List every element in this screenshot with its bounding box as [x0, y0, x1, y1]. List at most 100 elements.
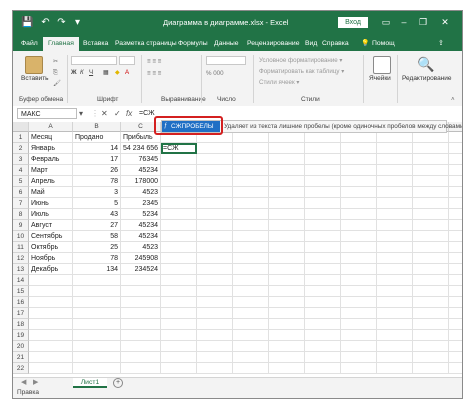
cell-d12[interactable] [161, 253, 197, 264]
cell-k14[interactable] [413, 275, 449, 286]
cell-a6[interactable]: Май [29, 187, 73, 198]
cell-b21[interactable] [73, 352, 121, 363]
cell-d15[interactable] [161, 286, 197, 297]
cell-g21[interactable] [269, 352, 305, 363]
cell-h4[interactable] [305, 165, 341, 176]
cell-h1[interactable] [305, 132, 341, 143]
cell-b3[interactable]: 17 [73, 154, 121, 165]
cell-g10[interactable] [269, 231, 305, 242]
worksheet-grid[interactable]: ABCDEFGHIJKL 123456789101112131415161718… [13, 122, 462, 377]
cell-e16[interactable] [197, 297, 233, 308]
sheet-nav-next-icon[interactable]: ▶ [33, 378, 38, 388]
cell-d19[interactable] [161, 330, 197, 341]
cell-k13[interactable] [413, 264, 449, 275]
number-format-box[interactable] [206, 56, 246, 65]
row-header-1[interactable]: 1 [13, 132, 29, 143]
cell-g9[interactable] [269, 220, 305, 231]
cell-h13[interactable] [305, 264, 341, 275]
cell-a7[interactable]: Июнь [29, 198, 73, 209]
cell-j11[interactable] [377, 242, 413, 253]
percent-icon[interactable]: % 000 [206, 69, 224, 78]
cell-e4[interactable] [197, 165, 233, 176]
cell-k3[interactable] [413, 154, 449, 165]
cell-h3[interactable] [305, 154, 341, 165]
cell-i12[interactable] [341, 253, 377, 264]
cell-d18[interactable] [161, 319, 197, 330]
cell-b4[interactable]: 26 [73, 165, 121, 176]
cell-l1[interactable] [449, 132, 462, 143]
cell-a16[interactable] [29, 297, 73, 308]
cell-l19[interactable] [449, 330, 462, 341]
row-header-15[interactable]: 15 [13, 286, 29, 297]
cell-c2[interactable]: 54 234 656 [121, 143, 161, 154]
cell-d8[interactable] [161, 209, 197, 220]
cell-a12[interactable]: Ноябрь [29, 253, 73, 264]
cell-b11[interactable]: 25 [73, 242, 121, 253]
collapse-ribbon-icon[interactable]: ˄ [451, 95, 455, 104]
select-all-corner[interactable] [13, 122, 29, 132]
tell-me-label[interactable]: Помощ [372, 37, 395, 51]
cell-f15[interactable] [233, 286, 269, 297]
cell-c22[interactable] [121, 363, 161, 374]
cell-k1[interactable] [413, 132, 449, 143]
cell-h12[interactable] [305, 253, 341, 264]
cell-l5[interactable] [449, 176, 462, 187]
cell-e8[interactable] [197, 209, 233, 220]
cell-f21[interactable] [233, 352, 269, 363]
cell-d10[interactable] [161, 231, 197, 242]
cell-a15[interactable] [29, 286, 73, 297]
cell-l22[interactable] [449, 363, 462, 374]
cell-j1[interactable] [377, 132, 413, 143]
cell-c20[interactable] [121, 341, 161, 352]
cell-j20[interactable] [377, 341, 413, 352]
cell-e18[interactable] [197, 319, 233, 330]
row-header-13[interactable]: 13 [13, 264, 29, 275]
format-as-table-button[interactable]: Форматировать как таблицу ▾ [259, 67, 344, 76]
cell-c14[interactable] [121, 275, 161, 286]
cell-g12[interactable] [269, 253, 305, 264]
cell-g18[interactable] [269, 319, 305, 330]
cell-l7[interactable] [449, 198, 462, 209]
cell-a5[interactable]: Апрель [29, 176, 73, 187]
cell-h14[interactable] [305, 275, 341, 286]
cell-j15[interactable] [377, 286, 413, 297]
cell-l17[interactable] [449, 308, 462, 319]
cell-l4[interactable] [449, 165, 462, 176]
cell-b10[interactable]: 58 [73, 231, 121, 242]
cell-g16[interactable] [269, 297, 305, 308]
cell-f18[interactable] [233, 319, 269, 330]
cell-j10[interactable] [377, 231, 413, 242]
cell-k12[interactable] [413, 253, 449, 264]
cell-g7[interactable] [269, 198, 305, 209]
cell-i18[interactable] [341, 319, 377, 330]
cell-b2[interactable]: 14 [73, 143, 121, 154]
cell-f4[interactable] [233, 165, 269, 176]
cell-g14[interactable] [269, 275, 305, 286]
row-header-16[interactable]: 16 [13, 297, 29, 308]
row-header-20[interactable]: 20 [13, 341, 29, 352]
name-box-dropdown-icon[interactable]: ▾ [79, 108, 83, 119]
cell-g4[interactable] [269, 165, 305, 176]
copy-icon[interactable]: ⎘ [53, 68, 58, 77]
find-select-icon[interactable]: 🔍 [417, 56, 434, 72]
cell-g11[interactable] [269, 242, 305, 253]
cell-d13[interactable] [161, 264, 197, 275]
cell-g8[interactable] [269, 209, 305, 220]
name-box[interactable]: МАКС [17, 108, 77, 119]
cell-i19[interactable] [341, 330, 377, 341]
row-header-9[interactable]: 9 [13, 220, 29, 231]
cell-a1[interactable]: Месяц [29, 132, 73, 143]
cell-c7[interactable]: 2345 [121, 198, 161, 209]
cell-f19[interactable] [233, 330, 269, 341]
cell-j22[interactable] [377, 363, 413, 374]
cell-h17[interactable] [305, 308, 341, 319]
cell-c11[interactable]: 4523 [121, 242, 161, 253]
cell-b8[interactable]: 43 [73, 209, 121, 220]
cell-i10[interactable] [341, 231, 377, 242]
row-header-5[interactable]: 5 [13, 176, 29, 187]
cell-i20[interactable] [341, 341, 377, 352]
bold-icon[interactable]: Ж [71, 68, 77, 77]
cell-a3[interactable]: Февраль [29, 154, 73, 165]
cell-c12[interactable]: 245908 [121, 253, 161, 264]
cell-l6[interactable] [449, 187, 462, 198]
